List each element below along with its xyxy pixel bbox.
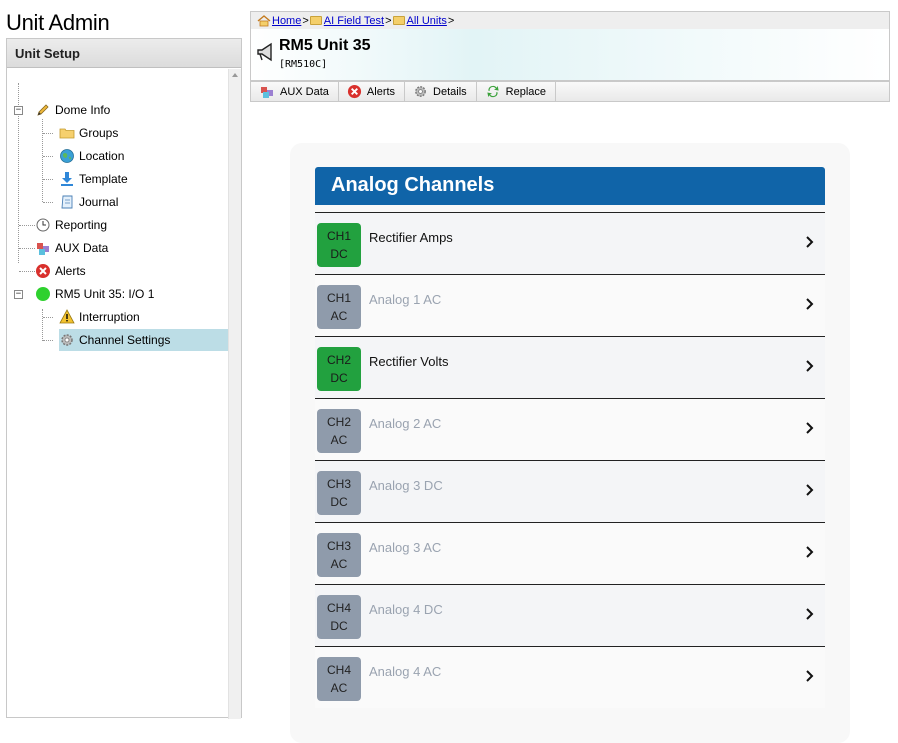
scroll-up-icon[interactable] <box>232 73 238 77</box>
unit-toolbar: AUX Data Alerts Details Replace <box>250 81 890 102</box>
channel-row[interactable]: CH1 DC Rectifier Amps <box>315 212 825 274</box>
gear-icon <box>59 332 75 348</box>
folder-icon <box>392 16 405 25</box>
tree-item-template[interactable]: Template <box>59 168 128 190</box>
channel-badge: CH3 AC <box>317 533 361 577</box>
channel-badge: CH1 AC <box>317 285 361 329</box>
breadcrumb-separator: > <box>447 14 455 27</box>
tree-item-channel-settings[interactable]: Channel Settings <box>59 329 229 351</box>
channel-name: Analog 4 DC <box>369 602 443 617</box>
tree-item-dome-info[interactable]: Dome Info <box>35 99 110 121</box>
alert-x-icon <box>35 263 51 279</box>
megaphone-icon <box>255 41 277 66</box>
collapse-dome-info-icon[interactable]: − <box>14 106 23 115</box>
breadcrumb: Home > AI Field Test > All Units > <box>250 11 890 29</box>
channel-badge: CH2 DC <box>317 347 361 391</box>
channel-badge: CH1 DC <box>317 223 361 267</box>
journal-icon <box>59 194 75 210</box>
tree-item-rm5-unit[interactable]: RM5 Unit 35: I/O 1 <box>35 283 154 305</box>
setup-tree: − − Dome Info Groups Location Template J… <box>7 69 229 719</box>
alert-x-icon <box>347 84 362 99</box>
tree-item-interruption[interactable]: Interruption <box>59 306 140 328</box>
chevron-right-icon <box>805 545 815 562</box>
unit-title: RM5 Unit 35 <box>279 37 371 54</box>
channel-row[interactable]: CH2 DC Rectifier Volts <box>315 336 825 398</box>
chevron-right-icon <box>805 669 815 686</box>
chevron-right-icon <box>805 483 815 500</box>
tree-item-location[interactable]: Location <box>59 145 124 167</box>
details-button[interactable]: Details <box>405 82 477 101</box>
tree-item-groups[interactable]: Groups <box>59 122 118 144</box>
channel-name: Rectifier Amps <box>369 230 453 245</box>
channel-row[interactable]: CH4 AC Analog 4 AC <box>315 646 825 708</box>
channel-row[interactable]: CH3 DC Analog 3 DC <box>315 460 825 522</box>
chevron-right-icon <box>805 297 815 314</box>
app-title: Unit Admin <box>6 10 110 35</box>
channel-badge: CH3 DC <box>317 471 361 515</box>
channel-list: CH1 DC Rectifier Amps CH1 AC Analog 1 AC C… <box>315 212 825 708</box>
clock-icon <box>35 217 51 233</box>
chevron-right-icon <box>805 235 815 252</box>
section-title: Analog Channels <box>315 167 825 205</box>
tree-scrollbar[interactable] <box>228 69 241 719</box>
channel-badge: CH2 AC <box>317 409 361 453</box>
green-status-icon <box>35 286 51 302</box>
unit-model: [RM510C] <box>279 59 328 70</box>
download-icon <box>59 171 75 187</box>
channel-name: Analog 2 AC <box>369 416 442 431</box>
channel-name: Analog 1 AC <box>369 292 442 307</box>
channel-row[interactable]: CH3 AC Analog 3 AC <box>315 522 825 584</box>
channel-name: Analog 3 AC <box>369 540 442 555</box>
channel-name: Analog 4 AC <box>369 664 442 679</box>
panel-header: Unit Setup <box>7 39 241 68</box>
aux-data-button[interactable]: AUX Data <box>251 82 339 101</box>
channel-badge: CH4 DC <box>317 595 361 639</box>
tree-item-reporting[interactable]: Reporting <box>35 214 107 236</box>
channel-row[interactable]: CH1 AC Analog 1 AC <box>315 274 825 336</box>
cubes-icon <box>259 85 275 99</box>
cubes-icon <box>35 240 51 256</box>
tree-item-aux-data[interactable]: AUX Data <box>35 237 108 259</box>
chevron-right-icon <box>805 607 815 624</box>
tree-item-journal[interactable]: Journal <box>59 191 118 213</box>
channel-name: Rectifier Volts <box>369 354 449 369</box>
breadcrumb-field-test-link[interactable]: AI Field Test <box>324 15 384 27</box>
unit-setup-panel: Unit Setup − − Dome Info Groups Location… <box>6 38 242 719</box>
folder-icon <box>59 125 75 141</box>
breadcrumb-home-link[interactable]: Home <box>272 15 301 27</box>
unit-header: RM5 Unit 35 [RM510C] <box>250 29 890 81</box>
globe-icon <box>59 148 75 164</box>
warning-icon <box>59 309 75 325</box>
breadcrumb-separator: > <box>385 14 392 27</box>
breadcrumb-all-units-link[interactable]: All Units <box>407 15 447 27</box>
folder-icon <box>309 16 322 25</box>
home-icon <box>257 14 271 27</box>
chevron-right-icon <box>805 421 815 438</box>
tree-item-alerts[interactable]: Alerts <box>35 260 86 282</box>
channel-badge: CH4 AC <box>317 657 361 701</box>
breadcrumb-separator: > <box>302 14 309 27</box>
gear-icon <box>413 84 428 99</box>
collapse-io-icon[interactable]: − <box>14 290 23 299</box>
alerts-button[interactable]: Alerts <box>339 82 406 101</box>
replace-button[interactable]: Replace <box>477 82 557 101</box>
channel-row[interactable]: CH2 AC Analog 2 AC <box>315 398 825 460</box>
pencil-icon <box>35 102 51 118</box>
channel-name: Analog 3 DC <box>369 478 443 493</box>
chevron-right-icon <box>805 359 815 376</box>
channel-row[interactable]: CH4 DC Analog 4 DC <box>315 584 825 646</box>
refresh-icon <box>485 84 501 99</box>
